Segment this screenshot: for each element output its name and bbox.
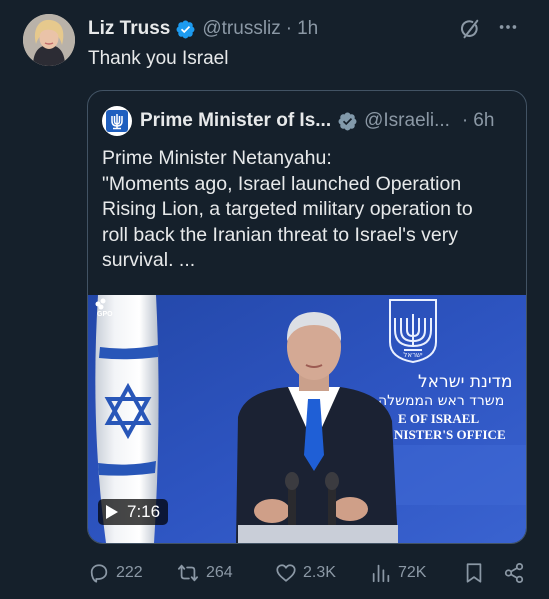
tweet[interactable]: Liz Truss @trussliz · 1h Thank you Israe… [0, 0, 549, 599]
quoted-author-handle[interactable]: @Israeli... [364, 110, 450, 132]
emblem-caption: ישראל [403, 351, 423, 359]
reply-button[interactable]: 222 [88, 560, 143, 586]
grok-icon[interactable] [459, 18, 481, 40]
reply-count: 222 [116, 564, 143, 581]
view-count: 72K [398, 564, 427, 581]
play-icon [106, 505, 118, 519]
tweet-header: Liz Truss @trussliz · 1h [88, 16, 539, 42]
quoted-author-avatar[interactable] [102, 106, 132, 136]
repost-button[interactable]: 264 [176, 560, 233, 586]
video-duration-badge[interactable]: 7:16 [98, 499, 169, 525]
author-name[interactable]: Liz Truss [88, 18, 170, 40]
israel-emblem-icon [106, 110, 128, 132]
sign-english-line-1: E OF ISRAEL [398, 411, 479, 426]
quoted-text-line: Prime Minister Netanyahu: [102, 147, 332, 169]
tweet-time[interactable]: 1h [297, 18, 318, 40]
gray-verified-badge-icon [338, 112, 357, 130]
analytics-icon [372, 564, 390, 583]
heart-icon [276, 564, 296, 582]
quoted-tweet[interactable]: Prime Minister of Is... @Israeli... · 6h… [87, 90, 527, 544]
verified-badge-icon [176, 20, 195, 38]
repost-count: 264 [206, 564, 233, 581]
video-media[interactable]: GPO ישראל מדינת ישראל משרד ראש הממשלה E … [88, 295, 526, 543]
sign-english-line-2: NISTER'S OFFICE [394, 427, 506, 442]
bookmark-button[interactable] [464, 560, 490, 586]
more-options-icon[interactable] [497, 16, 519, 38]
like-button[interactable]: 2.3K [275, 560, 336, 586]
author-avatar[interactable] [23, 14, 75, 66]
quoted-tweet-time[interactable]: 6h [473, 110, 494, 132]
gpo-watermark: GPO [97, 311, 113, 318]
action-bar: 222 264 2.3K 72K [88, 560, 528, 586]
author-handle[interactable]: @trussliz [202, 18, 280, 40]
reply-icon [90, 564, 108, 583]
quoted-text-line: "Moments ago, Israel launched Operation [102, 172, 462, 195]
like-count: 2.3K [303, 564, 336, 581]
separator-dot: · [285, 18, 293, 39]
sign-hebrew-line-1: מדינת ישראל [418, 372, 512, 392]
repost-icon [177, 564, 199, 582]
tweet-text: Thank you Israel [88, 48, 229, 69]
views-button[interactable]: 72K [370, 560, 426, 586]
share-button[interactable] [503, 560, 531, 586]
quoted-tweet-text: Prime Minister Netanyahu: "Moments ago, … [102, 146, 512, 274]
quoted-text-line: roll back the Iranian threat to Israel's… [102, 223, 458, 246]
quoted-author-name[interactable]: Prime Minister of Is... [140, 110, 331, 132]
quoted-tweet-header: Prime Minister of Is... @Israeli... · 6h [102, 106, 494, 136]
bookmark-icon [466, 563, 482, 583]
share-icon [504, 562, 524, 584]
separator-dot: · [461, 110, 469, 131]
quoted-text-line: survival. ... [102, 249, 196, 271]
sign-hebrew-line-2: משרד ראש הממשלה [378, 393, 504, 409]
quoted-text-line: Rising Lion, a targeted military operati… [102, 198, 473, 220]
video-duration: 7:16 [127, 502, 161, 521]
